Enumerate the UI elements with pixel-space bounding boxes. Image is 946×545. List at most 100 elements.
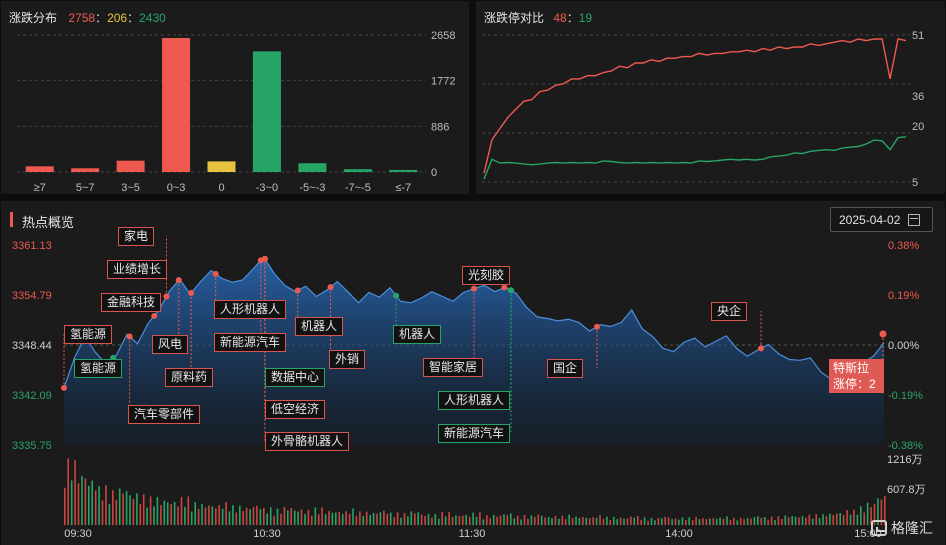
hot-topic-tag[interactable]: 光刻胶	[462, 266, 511, 285]
x-tick: 11:30	[459, 528, 486, 540]
volume-bar	[479, 512, 481, 525]
volume-bar	[499, 515, 502, 525]
volume-bar	[208, 505, 210, 525]
hot-topic-tag[interactable]: 家电	[118, 227, 155, 246]
volume-bar	[376, 513, 378, 525]
y-right-tick: 0.00%	[888, 340, 919, 352]
hot-topic-tag[interactable]: 业绩增长	[107, 260, 168, 279]
volume-bar	[475, 516, 478, 525]
volume-bar	[661, 518, 663, 525]
hot-topic-tag[interactable]: 风电	[152, 335, 189, 354]
volume-bar	[520, 519, 522, 525]
volume-bar	[105, 485, 107, 525]
hot-topic-tag[interactable]: 氢能源	[74, 359, 123, 378]
volume-bar	[685, 520, 687, 525]
volume-bar	[571, 518, 574, 525]
volume-bar	[160, 505, 162, 525]
volume-bar	[808, 514, 811, 525]
y-right-tick: -0.19%	[888, 390, 923, 402]
volume-bar	[166, 502, 169, 525]
hot-topic-tag[interactable]: 新能源汽车	[438, 424, 511, 443]
volume-bar	[424, 515, 426, 525]
volume-bar	[866, 502, 869, 525]
volume-bar	[177, 506, 179, 525]
volume-bar	[578, 518, 581, 525]
volume-bar	[280, 513, 282, 525]
marker-dot	[501, 284, 508, 291]
volume-bar	[623, 518, 625, 525]
volume-bar	[492, 515, 495, 525]
volume-bar	[287, 510, 289, 525]
volume-bar	[204, 507, 207, 525]
volume-bar	[805, 517, 807, 525]
volume-bar	[647, 520, 649, 525]
hot-topic-tag[interactable]: 金融科技	[101, 293, 162, 312]
hot-topic-tag[interactable]: 低空经济	[265, 400, 326, 419]
hot-topic-tag[interactable]: 数据中心	[265, 368, 326, 387]
volume-bar	[750, 518, 752, 525]
tesla-badge[interactable]: 特斯拉 涨停：2	[829, 359, 884, 393]
hot-topic-tag[interactable]: 机器人	[393, 325, 442, 344]
volume-bar	[777, 516, 780, 525]
marker-dot	[188, 289, 195, 296]
volume-bar	[743, 519, 745, 525]
volume-bar	[290, 508, 292, 525]
x-tick: 14:00	[665, 528, 693, 540]
volume-bar	[386, 513, 389, 525]
volume-bar	[414, 513, 416, 525]
volume-bar	[341, 513, 344, 525]
volume-bar	[637, 516, 639, 525]
volume-bar	[695, 516, 697, 525]
volume-bar	[564, 519, 567, 525]
hot-topic-tag[interactable]: 人形机器人	[214, 300, 287, 319]
hot-topic-tag[interactable]: 氢能源	[64, 325, 113, 344]
volume-bar	[554, 515, 557, 525]
volume-bar	[307, 509, 310, 525]
volume-bar	[125, 491, 128, 525]
volume-bar	[252, 507, 255, 525]
hot-topic-tag[interactable]: 国企	[547, 359, 584, 378]
marker-dot	[393, 292, 400, 299]
volume-bar	[633, 517, 636, 525]
marker-dot	[175, 277, 182, 284]
hot-topic-tag[interactable]: 机器人	[295, 317, 344, 336]
volume-bar	[643, 517, 646, 525]
volume-bar	[486, 515, 488, 525]
volume-bar	[180, 497, 183, 525]
volume-bar	[444, 516, 447, 525]
volume-bar	[314, 507, 317, 525]
volume-bar	[448, 512, 450, 525]
hot-topic-tag[interactable]: 新能源汽车	[214, 333, 287, 352]
tesla-badge-label: 特斯拉	[833, 361, 870, 375]
volume-bar	[146, 507, 148, 525]
hot-topic-tag[interactable]: 人形机器人	[438, 391, 511, 410]
marker-dot	[594, 323, 600, 330]
hot-topic-tag[interactable]: 央企	[711, 302, 748, 321]
volume-bar	[153, 506, 155, 525]
hot-topic-tag[interactable]: 外销	[329, 350, 366, 369]
volume-bar	[763, 517, 766, 525]
hot-topic-tag[interactable]: 外骨骼机器人	[265, 432, 350, 451]
volume-bar	[139, 503, 142, 525]
y-right-tick: -0.38%	[888, 440, 923, 452]
marker-dot	[261, 255, 268, 262]
volume-bar	[609, 520, 612, 525]
volume-bar	[561, 515, 564, 525]
volume-bar	[142, 494, 145, 525]
volume-bar	[112, 490, 114, 525]
volume-bar	[324, 514, 327, 525]
volume-bar	[510, 513, 512, 525]
x-tick: 10:30	[253, 528, 281, 540]
volume-bar	[348, 513, 351, 525]
volume-bar	[832, 515, 835, 525]
hot-topic-tag[interactable]: 原料药	[165, 368, 214, 387]
hot-topic-tag[interactable]: 智能家居	[423, 358, 484, 377]
volume-bar	[129, 495, 131, 525]
volume-bar	[455, 515, 457, 525]
volume-bar	[221, 508, 224, 525]
marker-dot	[151, 312, 158, 319]
volume-bar	[407, 516, 409, 525]
marker-dot	[758, 345, 764, 352]
volume-bar	[523, 515, 526, 525]
hot-topic-tag[interactable]: 汽车零部件	[128, 405, 201, 424]
